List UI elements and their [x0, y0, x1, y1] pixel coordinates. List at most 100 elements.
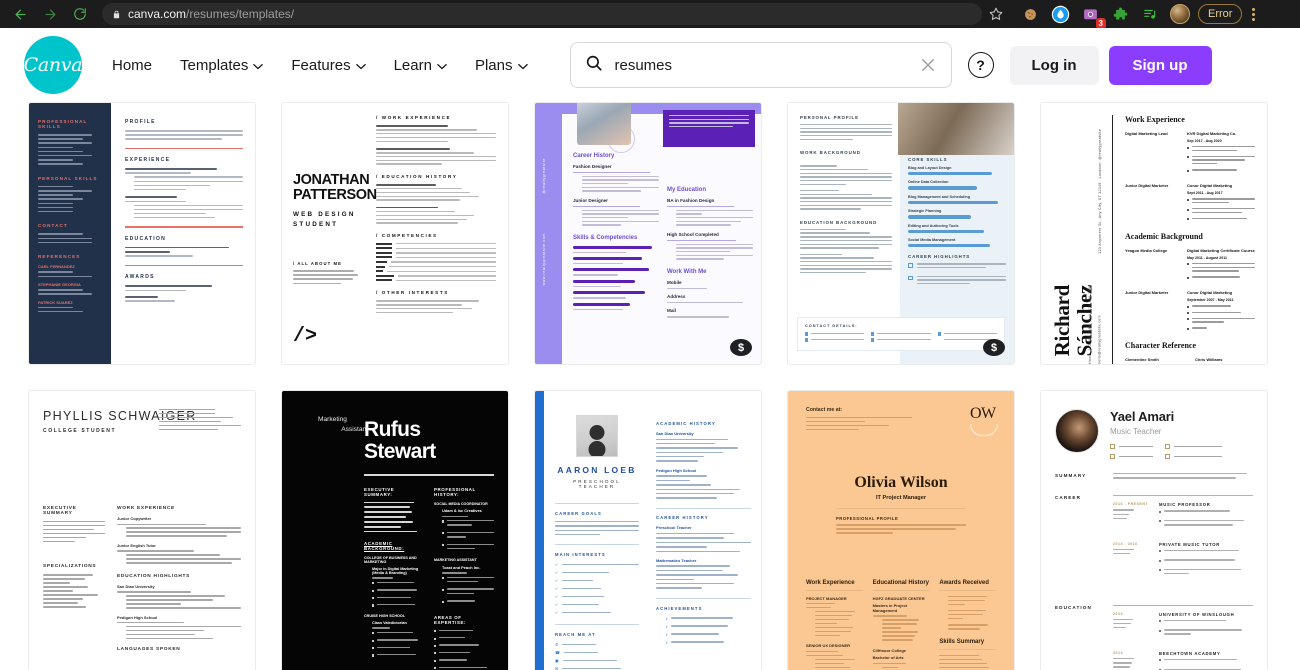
template-card-olivia-wilson[interactable]: Contact me at: OW Olivia Wilson IT Proje… — [787, 390, 1015, 670]
template-card-blue-blogger[interactable]: PERSONAL PROFILE WORK BACKGROUND EDUCATI… — [787, 102, 1015, 365]
template-card-yael-amari[interactable]: Yael Amari Music Teacher SUMMARY CAREER … — [1040, 390, 1268, 670]
contact-box: CONTACT DETAILS: — [798, 318, 1004, 350]
entry-title: Major in Digital Marketing (Media & Bran… — [372, 566, 419, 575]
template-card-phyllis-schwaiger[interactable]: PHYLLIS SCHWAIGER COLLEGE STUDENT EXECUT… — [28, 390, 256, 670]
help-button[interactable]: ? — [967, 52, 994, 78]
signup-button[interactable]: Sign up — [1108, 45, 1212, 85]
resume-body: Career History Fashion Designer Junior D… — [573, 153, 753, 358]
section-heading: AWARDS — [125, 274, 155, 281]
profile-section: PROFESSIONAL PROFILE — [806, 516, 996, 534]
section-heading: LANGUAGES SPOKEN — [117, 647, 181, 653]
section-heading: / WORK EXPERIENCE — [376, 115, 452, 120]
section-heading: CAREER HIGHLIGHTS — [908, 254, 971, 260]
chevron-down-icon — [355, 57, 366, 74]
section-heading: / EDUCATION HISTORY — [376, 173, 458, 179]
entry-org: Pedigon High School — [656, 467, 697, 473]
chevron-down-icon — [437, 57, 447, 74]
puzzle-extensions-icon[interactable] — [1110, 4, 1130, 24]
section-heading: / COMPETENCIES — [376, 232, 438, 238]
reference-name: Chris Williams — [1195, 357, 1223, 363]
section-heading: EDUCATION HIGHLIGHTS — [117, 573, 191, 579]
bookmark-button[interactable] — [984, 2, 1008, 26]
nav-label: Templates — [180, 56, 249, 74]
water-drop-extension-icon[interactable] — [1050, 4, 1070, 24]
nav-item-features[interactable]: Features — [279, 49, 377, 82]
entry-title: High School Completed — [667, 231, 719, 237]
template-grid: PROFESSIONAL SKILLS PERSONAL SKILLS CONT… — [0, 102, 1300, 670]
section-heading: EXECUTIVE SUMMARY: — [364, 486, 395, 497]
resume-address: 123 Anywhere St., Any City, ST 12345 Loc… — [1097, 129, 1102, 254]
resume-website: www.reallygreatsite.com — [542, 233, 546, 286]
address-bar[interactable]: canva.com/resumes/templates/ — [102, 3, 982, 25]
check-icon: ✓ — [555, 602, 559, 608]
template-preview: AARON LOEB PRESCHOOL TEACHER CAREER GOAL… — [535, 391, 761, 670]
contact-label: Mail — [667, 308, 676, 314]
template-preview: PERSONAL PROFILE WORK BACKGROUND EDUCATI… — [788, 103, 1014, 364]
resume-photo — [1055, 409, 1099, 453]
template-card-aaron-loeb[interactable]: AARON LOEB PRESCHOOL TEACHER CAREER GOAL… — [534, 390, 762, 670]
template-card-purple-fashion-designer[interactable]: @reallygreatsite www.reallygreatsite.com… — [534, 102, 762, 365]
resume-contact: Home: 123-456-7890 Cell: 123-456-7890 he… — [1088, 282, 1102, 364]
entry-title: SENIOR UX DESIGNER — [806, 643, 851, 649]
section-heading: REFERENCES — [38, 254, 81, 260]
bullet-icon: ▪ — [666, 631, 668, 637]
close-x-icon[interactable] — [919, 56, 937, 74]
reference-name: STEPHANIE GEORGIA — [38, 282, 81, 287]
reload-button[interactable] — [66, 2, 94, 26]
entry-title: Toast and Peach Inc. — [442, 564, 481, 570]
section-heading: Skills Summary — [939, 638, 985, 645]
entry-title: PRIVATE MUSIC TUTOR — [1159, 541, 1220, 547]
section-heading: PERSONAL SKILLS — [38, 175, 98, 181]
entry-title: Junior English Tutor — [117, 542, 156, 548]
puzzle-icon — [1113, 7, 1127, 19]
nav-item-templates[interactable]: Templates — [168, 49, 275, 82]
canva-logo-text: Canva — [23, 54, 83, 76]
resume-name: Rufus Stewart — [364, 418, 436, 463]
section-heading: SPECIALIZATIONS — [43, 564, 97, 570]
template-card-richard-sanchez[interactable]: Richard Sánchez 123 Anywhere St., Any Cit… — [1040, 102, 1268, 365]
search-input[interactable] — [614, 56, 907, 74]
skill-label: Editing and Authoring Tools — [908, 223, 959, 228]
entry-title: Junior Copywriter — [117, 516, 152, 521]
resume-left: Richard Sánchez 123 Anywhere St., Any Cit… — [1041, 115, 1113, 364]
mobile-icon — [1110, 454, 1115, 459]
error-indicator[interactable]: Error — [1198, 4, 1243, 24]
resume-photo — [576, 415, 618, 457]
resume-role: IT Project Manager — [875, 495, 927, 502]
entry-title: BA in Fashion Design — [667, 198, 715, 203]
template-row: PROFESSIONAL SKILLS PERSONAL SKILLS CONT… — [0, 102, 1300, 365]
template-card-jonathan-patterson[interactable]: JONATHAN PATTERSON WEB DESIGN STUDENT / … — [281, 102, 509, 365]
cookie-extension-icon[interactable] — [1020, 4, 1040, 24]
search-bar[interactable] — [569, 42, 952, 88]
section-heading: ACHIEVEMENTS — [656, 605, 703, 611]
reference-name: PATRICK SUAREZ — [38, 299, 73, 305]
section-heading: PROFILE — [125, 119, 156, 125]
entry-title: Mathematics Teacher — [656, 557, 697, 563]
login-button[interactable]: Log in — [1009, 45, 1099, 85]
resume-role: WEB DESIGN STUDENT — [293, 211, 356, 228]
entry-title: Junior Designer — [573, 197, 608, 203]
back-button[interactable] — [6, 2, 34, 26]
main-navigation: Home Templates Features Learn Plans — [100, 49, 540, 82]
email-icon: ✉ — [555, 665, 559, 670]
contact-label: Mobile — [667, 279, 682, 285]
forward-button[interactable] — [36, 2, 64, 26]
resume-right: / WORK EXPERIENCE / EDUCATION HISTORY / … — [370, 115, 508, 364]
section-heading: Educational History — [872, 579, 930, 586]
nav-label: Plans — [474, 56, 513, 74]
skill-label: Strategic Planning — [908, 209, 942, 214]
template-card-navy-communications[interactable]: PROFESSIONAL SKILLS PERSONAL SKILLS CONT… — [28, 102, 256, 365]
screenshot-extension-icon[interactable]: 3 — [1080, 4, 1106, 29]
nav-item-home[interactable]: Home — [100, 49, 164, 82]
playlist-extension-icon[interactable] — [1140, 4, 1160, 24]
nav-item-learn[interactable]: Learn — [382, 49, 459, 82]
entry-title: Masters in Project Management — [872, 603, 908, 614]
entry-org: Conor Digital Marketing — [1187, 183, 1233, 189]
template-card-rufus-stewart[interactable]: Marketing Assistant Rufus Stewart EXECUT… — [281, 390, 509, 670]
resume-sidebar: PROFESSIONAL SKILLS PERSONAL SKILLS CONT… — [29, 103, 111, 364]
profile-avatar[interactable] — [1170, 4, 1190, 24]
canva-logo[interactable]: Canva — [23, 36, 83, 94]
kebab-menu-icon[interactable] — [1244, 2, 1262, 26]
template-preview: Contact me at: OW Olivia Wilson IT Proje… — [788, 391, 1014, 670]
nav-item-plans[interactable]: Plans — [463, 49, 540, 82]
